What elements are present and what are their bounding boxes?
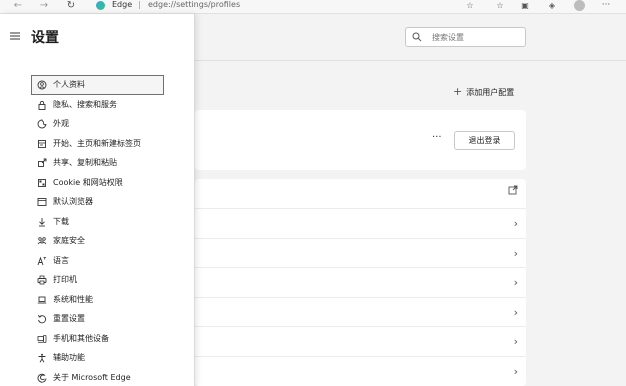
edge-icon — [37, 373, 47, 383]
nav-item-start-home[interactable]: 开始、主页和新建标签页 — [31, 134, 164, 154]
back-arrow-icon[interactable]: ← — [10, 0, 26, 14]
nav-item-privacy[interactable]: 隐私、搜索和服务 — [31, 95, 164, 115]
nav-item-default-browser[interactable]: 默认浏览器 — [31, 192, 164, 212]
profile-icon — [37, 80, 47, 90]
browser-toolbar: ← → ↻ Edge | edge://settings/profiles ☆ … — [0, 0, 626, 14]
nav-item-printers[interactable]: 打印机 — [31, 270, 164, 290]
nav-item-appearance[interactable]: 外观 — [31, 114, 164, 134]
chevron-right-icon: › — [513, 276, 518, 289]
reset-icon — [38, 314, 47, 324]
nav-item-label: 关于 Microsoft Edge — [53, 372, 131, 382]
nav-item-label: 辅助功能 — [53, 353, 85, 362]
nav-item-label: 手机和其他设备 — [53, 333, 109, 343]
address-url: edge://settings/profiles — [148, 0, 241, 9]
nav-item-label: 重置设置 — [53, 314, 85, 323]
sign-out-button[interactable]: 退出登录 — [454, 131, 515, 150]
search-settings-box[interactable] — [405, 27, 526, 47]
collections-icon[interactable]: ▣ — [517, 0, 533, 14]
family-icon — [37, 237, 47, 245]
main-content: +添加用户配置 ··· 退出登录 › › › › › › — [195, 14, 626, 386]
list-item[interactable]: › — [195, 326, 526, 355]
list-item[interactable]: › — [195, 208, 526, 237]
plus-icon: + — [453, 85, 463, 98]
nav-item-phone-devices[interactable]: 手机和其他设备 — [31, 329, 164, 349]
nav-item-label: 个人资料 — [53, 80, 85, 89]
address-bar[interactable]: Edge | edge://settings/profiles — [90, 0, 470, 14]
extensions-icon[interactable]: ◈ — [544, 0, 560, 14]
external-link-icon — [508, 185, 518, 195]
profile-avatar[interactable] — [574, 0, 585, 11]
nav-item-reset-settings[interactable]: 重置设置 — [31, 309, 164, 329]
add-profile-label: 添加用户配置 — [466, 88, 515, 97]
nav-item-label: 共享、复制和粘贴 — [53, 158, 117, 167]
accessibility-icon — [38, 353, 46, 363]
address-separator: | — [138, 0, 141, 9]
edge-logo-icon — [96, 1, 105, 10]
add-profile-button[interactable]: + 添加用户配置 — [453, 85, 515, 98]
nav-item-label: Cookie 和网站权限 — [53, 177, 123, 187]
nav-item-cookies[interactable]: Cookie 和网站权限 — [31, 173, 164, 193]
nav-item-family-safety[interactable]: 家庭安全 — [31, 231, 164, 251]
list-item[interactable]: › — [195, 267, 526, 296]
profile-more-button[interactable]: ··· — [432, 132, 442, 143]
nav-item-accessibility[interactable]: 辅助功能 — [31, 348, 164, 368]
language-icon — [37, 256, 46, 265]
chevron-right-icon: › — [513, 247, 518, 260]
chevron-right-icon: › — [513, 335, 518, 348]
appearance-icon — [37, 119, 47, 129]
nav-item-languages[interactable]: 语言 — [31, 251, 164, 271]
refresh-icon[interactable]: ↻ — [63, 0, 79, 14]
list-item[interactable]: › — [195, 297, 526, 326]
nav-item-label: 语言 — [53, 255, 69, 265]
settings-nav-drawer: 设置 个人资料 隐私、搜索和服务 外观 开始、主页和新建标签页 共享、复制和粘贴… — [0, 14, 195, 386]
list-item[interactable] — [195, 179, 526, 208]
nav-item-label: 外观 — [53, 119, 69, 128]
search-icon — [412, 32, 422, 42]
nav-item-label: 开始、主页和新建标签页 — [53, 138, 141, 148]
download-icon — [39, 217, 45, 226]
search-input[interactable] — [432, 30, 522, 44]
settings-nav: 个人资料 隐私、搜索和服务 外观 开始、主页和新建标签页 共享、复制和粘贴 Co… — [31, 75, 164, 386]
printer-icon — [37, 275, 47, 285]
nav-item-share-copy-paste[interactable]: 共享、复制和粘贴 — [31, 153, 164, 173]
forward-arrow-icon[interactable]: → — [36, 0, 52, 14]
profile-card: ··· 退出登录 — [195, 110, 526, 170]
laptop-icon — [37, 296, 47, 303]
header-divider — [195, 60, 626, 61]
site-permissions-icon — [38, 178, 46, 187]
phone-icon — [37, 334, 47, 343]
nav-item-label: 默认浏览器 — [53, 197, 93, 206]
list-item[interactable]: › — [195, 238, 526, 267]
nav-item-label: 家庭安全 — [53, 236, 85, 245]
nav-item-label: 系统和性能 — [53, 294, 93, 304]
more-menu-icon[interactable]: ··· — [598, 0, 614, 14]
profile-settings-list: › › › › › › — [195, 179, 526, 386]
share-icon — [38, 158, 47, 167]
nav-item-system-performance[interactable]: 系统和性能 — [31, 290, 164, 310]
list-item[interactable]: › — [195, 356, 526, 385]
address-brand: Edge — [112, 0, 133, 9]
site-info-icon[interactable]: ☆ — [462, 0, 478, 14]
chevron-right-icon: › — [513, 306, 518, 319]
nav-item-label: 隐私、搜索和服务 — [53, 99, 117, 109]
nav-item-profiles[interactable]: 个人资料 — [31, 75, 164, 95]
hamburger-menu-icon[interactable] — [8, 29, 22, 43]
nav-item-label: 下载 — [53, 216, 69, 226]
page-title: 设置 — [31, 30, 59, 46]
chevron-right-icon: › — [513, 217, 518, 230]
lock-icon — [38, 100, 46, 110]
favorites-icon[interactable]: ☆ — [492, 0, 508, 14]
nav-item-downloads[interactable]: 下载 — [31, 212, 164, 232]
browser-icon — [37, 198, 47, 206]
chevron-right-icon: › — [513, 365, 518, 378]
nav-item-label: 打印机 — [53, 275, 77, 284]
home-icon — [38, 139, 46, 148]
nav-item-about-edge[interactable]: 关于 Microsoft Edge — [31, 368, 164, 386]
